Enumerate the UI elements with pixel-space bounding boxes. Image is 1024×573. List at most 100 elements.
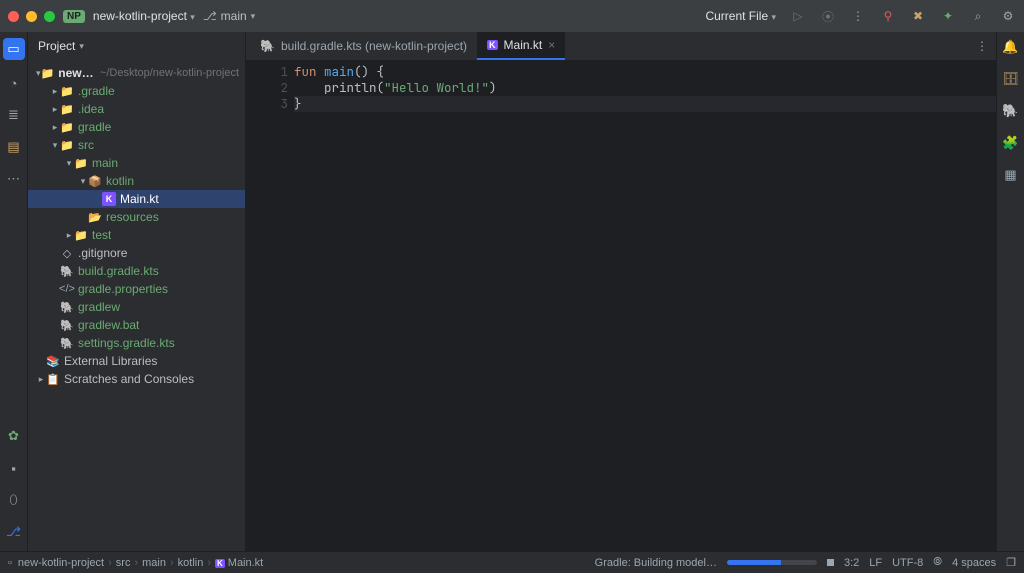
tree-item-new-kotlin-project[interactable]: ▾📁new-kotlin-project~/Desktop/new-kotlin…: [28, 64, 245, 82]
breadcrumbs[interactable]: new-kotlin-project›src›main›kotlin›KMain…: [18, 557, 263, 569]
readonly-icon[interactable]: ⦾: [933, 556, 942, 569]
breadcrumb-item[interactable]: kotlin: [178, 557, 204, 569]
problems-tool-icon[interactable]: ⬯: [5, 491, 23, 509]
tree-item-build-gradle-kts[interactable]: 🐘build.gradle.kts: [28, 262, 245, 280]
breadcrumb-item[interactable]: KMain.kt: [215, 557, 263, 569]
breadcrumb-item[interactable]: new-kotlin-project: [18, 557, 104, 569]
tree-item-label: External Libraries: [64, 354, 157, 368]
expand-arrow-icon[interactable]: ▸: [36, 374, 46, 385]
tree-item-kotlin[interactable]: ▾📦 kotlin: [28, 172, 245, 190]
vcs-tool-icon[interactable]: ⎇: [5, 523, 23, 541]
encoding[interactable]: UTF-8: [892, 557, 923, 569]
tree-item-label: gradle.properties: [78, 282, 168, 296]
gradle-tool-icon[interactable]: 🐘: [1002, 102, 1020, 120]
project-name-label: new-kotlin-project: [93, 9, 187, 23]
gradle-icon: 🐘: [60, 300, 74, 314]
debug-icon[interactable]: ⦿: [820, 8, 836, 24]
run-icon[interactable]: ▷: [790, 8, 806, 24]
bookmarks-tool-icon[interactable]: ▤: [5, 138, 23, 156]
code-line[interactable]: println("Hello World!"): [294, 80, 996, 96]
notifications-tool-icon[interactable]: 🔔: [1002, 38, 1020, 56]
tree-item--idea[interactable]: ▸📁.idea: [28, 100, 245, 118]
tree-item-src[interactable]: ▾📁src: [28, 136, 245, 154]
expand-arrow-icon[interactable]: ▸: [50, 104, 60, 115]
src-folder-icon: 📁: [60, 138, 74, 152]
stop-build-button[interactable]: [827, 559, 834, 566]
line-number[interactable]: 3: [246, 96, 288, 112]
build-status-label[interactable]: Gradle: Building model…: [595, 557, 717, 569]
kotlin-icon: K: [487, 40, 498, 50]
project-sidebar: Project ▾ ▾📁new-kotlin-project~/Desktop/…: [28, 32, 246, 551]
expand-arrow-icon[interactable]: ▸: [50, 122, 60, 133]
build-progress: [727, 560, 817, 565]
search-icon[interactable]: ⌕: [970, 8, 986, 24]
editor-tab[interactable]: KMain.kt×: [477, 32, 565, 60]
ai-assistant-icon[interactable]: ✦: [940, 8, 956, 24]
editor-tab[interactable]: 🐘build.gradle.kts (new-kotlin-project): [250, 32, 477, 60]
database-tool-icon[interactable]: 🗄: [1002, 70, 1020, 88]
expand-arrow-icon[interactable]: ▾: [64, 158, 74, 169]
maximize-button[interactable]: [44, 11, 55, 22]
tree-item-scratches-and-consoles[interactable]: ▸📋Scratches and Consoles: [28, 370, 245, 388]
tree-item-test[interactable]: ▸📁test: [28, 226, 245, 244]
nav-indicator-icon: ▫: [8, 557, 12, 569]
more-actions-icon[interactable]: ⋮: [850, 8, 866, 24]
expand-arrow-icon[interactable]: ▾: [78, 176, 88, 187]
line-number[interactable]: 2: [246, 80, 288, 96]
lib-icon: 📚: [46, 354, 60, 368]
code-line[interactable]: fun main() {: [294, 64, 996, 80]
line-number[interactable]: 1: [246, 64, 288, 80]
tree-item-gradle[interactable]: ▸📁gradle: [28, 118, 245, 136]
indent-config[interactable]: 4 spaces: [952, 557, 996, 569]
expand-arrow-icon[interactable]: ▾: [50, 140, 60, 151]
tree-item-label: new-kotlin-project: [58, 66, 94, 80]
project-tree[interactable]: ▾📁new-kotlin-project~/Desktop/new-kotlin…: [28, 60, 245, 551]
editor-gutter: 123: [246, 60, 294, 551]
close-tab-icon[interactable]: ×: [548, 38, 555, 52]
emulator-tool-icon[interactable]: ▦: [1002, 166, 1020, 184]
tree-item--gitignore[interactable]: ◇.gitignore: [28, 244, 245, 262]
tree-item--gradle[interactable]: ▸📁.gradle: [28, 82, 245, 100]
code-line[interactable]: }: [294, 96, 996, 112]
caret-position[interactable]: 3:2: [844, 557, 859, 569]
tree-item-gradle-properties[interactable]: </>gradle.properties: [28, 280, 245, 298]
folder-icon: 📁: [74, 156, 88, 170]
tools-icon[interactable]: ✖: [910, 8, 926, 24]
project-selector[interactable]: new-kotlin-project ▾: [93, 9, 195, 23]
settings-icon[interactable]: ⚙: [1000, 8, 1016, 24]
breadcrumb-item[interactable]: main: [142, 557, 166, 569]
tree-item-settings-gradle-kts[interactable]: 🐘settings.gradle.kts: [28, 334, 245, 352]
tab-more-icon[interactable]: ⋮: [976, 39, 988, 53]
expand-arrow-icon[interactable]: ▸: [50, 86, 60, 97]
minimize-button[interactable]: [26, 11, 37, 22]
breadcrumb-item[interactable]: src: [116, 557, 131, 569]
editor-tabs: 🐘build.gradle.kts (new-kotlin-project)KM…: [246, 32, 996, 60]
project-tool-icon[interactable]: ▭: [3, 38, 25, 60]
tree-item-main-kt[interactable]: KMain.kt: [28, 190, 245, 208]
pkg-icon: 📦: [88, 174, 102, 188]
editor-code[interactable]: fun main() { println("Hello World!")}: [294, 60, 996, 551]
line-separator[interactable]: LF: [869, 557, 882, 569]
device-tool-icon[interactable]: 🧩: [1002, 134, 1020, 152]
tree-item-label: kotlin: [106, 174, 134, 188]
tree-item-gradlew[interactable]: 🐘gradlew: [28, 298, 245, 316]
tree-item-external-libraries[interactable]: 📚 External Libraries: [28, 352, 245, 370]
run-config-selector[interactable]: Current File ▾: [705, 9, 776, 23]
project-tool-header[interactable]: Project ▾: [28, 32, 245, 60]
tree-item-resources[interactable]: 📂resources: [28, 208, 245, 226]
tree-item-main[interactable]: ▾📁main: [28, 154, 245, 172]
structure-tool-icon[interactable]: ≣: [5, 106, 23, 124]
commit-tool-icon[interactable]: ◔: [5, 74, 23, 92]
services-tool-icon[interactable]: ✿: [5, 427, 23, 445]
close-button[interactable]: [8, 11, 19, 22]
git-branch-selector[interactable]: ⎇ main ▾: [203, 9, 255, 23]
tree-item-label: gradle: [78, 120, 111, 134]
tree-item-label: gradlew.bat: [78, 318, 139, 332]
expand-arrow-icon[interactable]: ▸: [64, 230, 74, 241]
terminal-tool-icon[interactable]: ▪: [5, 459, 23, 477]
branch-name-label: main: [221, 9, 247, 23]
more-tools-icon[interactable]: ⋯: [5, 170, 23, 188]
tree-item-gradlew-bat[interactable]: 🐘gradlew.bat: [28, 316, 245, 334]
status-more-icon[interactable]: ❐: [1006, 556, 1016, 569]
build-icon[interactable]: ⚲: [880, 8, 896, 24]
